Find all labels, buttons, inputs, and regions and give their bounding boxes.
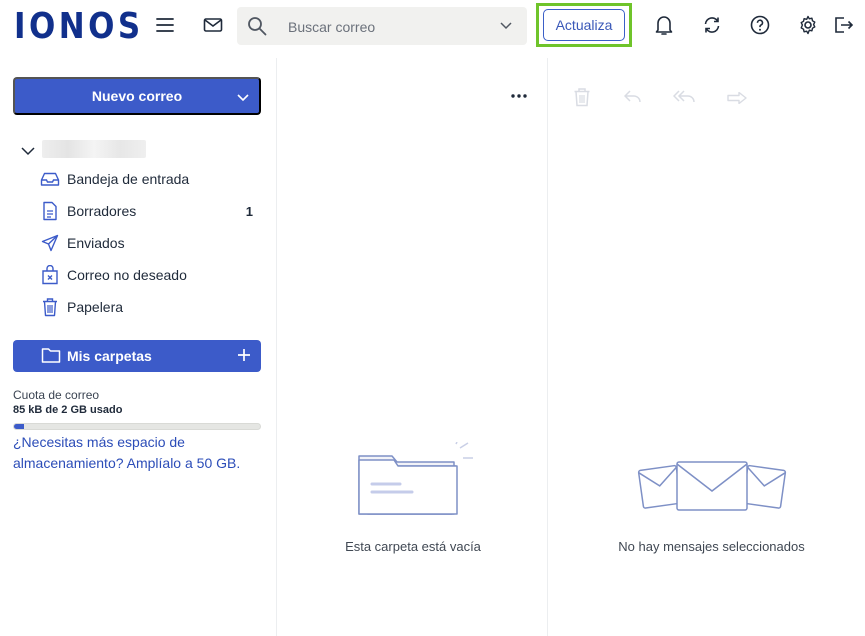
quota-label: Cuota de correo [13, 388, 100, 402]
folder-label: Bandeja de entrada [67, 171, 190, 187]
search-input[interactable]: Buscar correo [288, 19, 375, 35]
top-bar: IONOS Buscar correo Actualiza [0, 0, 865, 58]
logout-icon[interactable] [830, 12, 856, 38]
no-message-illustration-icon [637, 458, 787, 519]
trash-icon[interactable] [573, 87, 591, 112]
quota-progress-fill [14, 424, 24, 429]
gear-icon[interactable] [795, 12, 821, 38]
account-name-redacted [42, 140, 146, 158]
folder-spam[interactable]: Correo no deseado [40, 263, 265, 287]
folder-label: Borradores [67, 203, 137, 219]
empty-folder-text: Esta carpeta está vacía [345, 539, 481, 554]
chevron-down-icon[interactable] [235, 89, 251, 108]
folder-icon [41, 346, 61, 367]
my-folders-label: Mis carpetas [67, 348, 152, 364]
ionos-logo[interactable]: IONOS [14, 6, 144, 47]
folder-inbox[interactable]: Bandeja de entrada [40, 167, 265, 191]
upgrade-button[interactable]: Actualiza [543, 9, 625, 41]
sidebar: Nuevo correo Bandeja de entrada Borrador… [0, 58, 277, 636]
search-icon[interactable] [247, 16, 267, 41]
help-icon[interactable] [747, 12, 773, 38]
account-toggle[interactable] [20, 140, 36, 162]
sync-icon[interactable] [699, 12, 725, 38]
menu-icon[interactable] [152, 12, 178, 38]
forward-icon[interactable] [727, 91, 747, 109]
quota-progress-bar [13, 423, 261, 430]
bell-icon[interactable] [651, 12, 677, 38]
mail-icon[interactable] [200, 12, 226, 38]
my-folders-button[interactable]: Mis carpetas [13, 340, 261, 372]
upgrade-storage-link[interactable]: ¿Necesitas más espacio de almacenamiento… [13, 432, 263, 474]
folder-sent[interactable]: Enviados [40, 231, 265, 255]
compose-button[interactable]: Nuevo correo [13, 77, 261, 115]
no-message-text: No hay mensajes seleccionados [618, 539, 805, 554]
upgrade-highlight: Actualiza [536, 3, 632, 47]
compose-label: Nuevo correo [91, 88, 183, 104]
reply-all-icon[interactable] [672, 90, 697, 109]
folder-label: Papelera [67, 299, 124, 315]
reply-icon[interactable] [623, 90, 642, 109]
quota-used: 85 kB de 2 GB usado [13, 404, 123, 416]
folder-drafts[interactable]: Borradores 1 [40, 199, 265, 223]
sent-icon [40, 233, 60, 253]
chevron-down-icon[interactable] [20, 143, 36, 159]
reading-pane: No hay mensajes seleccionados [549, 58, 865, 636]
folder-label: Correo no deseado [67, 267, 187, 283]
spam-icon [40, 265, 60, 285]
unread-count: 1 [245, 203, 253, 219]
chevron-down-icon[interactable] [499, 18, 513, 37]
inbox-icon [40, 169, 60, 189]
more-options-icon[interactable] [510, 86, 528, 104]
trash-icon [40, 297, 60, 317]
draft-icon [40, 201, 60, 221]
folder-trash[interactable]: Papelera [40, 295, 265, 319]
search-bar[interactable]: Buscar correo [237, 7, 527, 45]
folder-label: Enviados [67, 235, 125, 251]
message-list-pane: Esta carpeta está vacía [278, 58, 548, 636]
plus-icon[interactable] [236, 347, 252, 366]
empty-folder-illustration-icon [356, 441, 476, 523]
